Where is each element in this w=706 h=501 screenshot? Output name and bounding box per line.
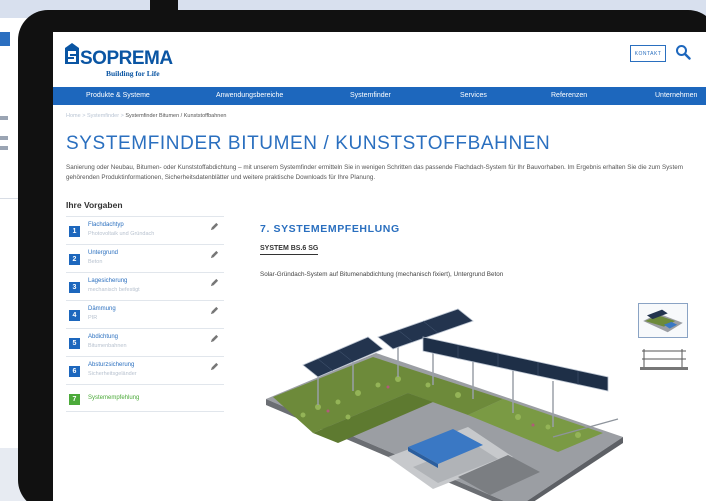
background-text-line bbox=[0, 146, 8, 150]
step-label: Systemempfehlung bbox=[88, 395, 140, 401]
pencil-icon[interactable] bbox=[210, 222, 219, 231]
step-value: Beton bbox=[88, 259, 103, 265]
step-value: mechanisch befestigt bbox=[88, 287, 140, 293]
breadcrumb: Home > Systemfinder > Systemfinder Bitum… bbox=[66, 113, 226, 119]
nav-item-produkte[interactable]: Produkte & Systeme bbox=[86, 92, 150, 99]
step-value: Sicherheitsgeländer bbox=[88, 371, 137, 377]
step-number: 7 bbox=[69, 394, 80, 405]
step-item-systemempfehlung[interactable]: 7 Systemempfehlung bbox=[66, 384, 224, 412]
pencil-icon[interactable] bbox=[210, 334, 219, 343]
nav-item-anwendungsbereiche[interactable]: Anwendungsbereiche bbox=[216, 92, 283, 99]
step-value: Photovoltaik und Gründach bbox=[88, 231, 155, 237]
step-item-lagesicherung[interactable]: 3 Lagesicherung mechanisch befestigt bbox=[66, 272, 224, 300]
nav-item-unternehmen[interactable]: Unternehmen bbox=[655, 92, 697, 99]
pencil-icon[interactable] bbox=[210, 250, 219, 259]
step-number: 6 bbox=[69, 366, 80, 377]
thumbnail-railing-detail[interactable] bbox=[638, 345, 690, 373]
breadcrumb-current: Systemfinder Bitumen / Kunststoffbahnen bbox=[125, 113, 227, 119]
logo-emblem-icon bbox=[65, 43, 79, 64]
step-label: Untergrund bbox=[88, 250, 119, 256]
breadcrumb-section[interactable]: Systemfinder bbox=[87, 113, 119, 119]
tablet-screen: SOPREMA Building for Life Kontakt Produk… bbox=[53, 32, 706, 501]
step-item-flachdachtyp[interactable]: 1 Flachdachtyp Photovoltaik und Gründach bbox=[66, 216, 224, 244]
step-label: Dämmung bbox=[88, 306, 116, 312]
step-number: 2 bbox=[69, 254, 80, 265]
main-navigation: Produkte & Systeme Anwendungsbereiche Sy… bbox=[53, 87, 706, 105]
step-item-absturzsicherung[interactable]: 6 Absturzsicherung Sicherheitsgeländer bbox=[66, 356, 224, 384]
search-icon[interactable] bbox=[675, 44, 691, 60]
breadcrumb-home[interactable]: Home bbox=[66, 113, 81, 119]
background-text-line bbox=[0, 136, 8, 140]
step-item-daemmung[interactable]: 4 Dämmung PIR bbox=[66, 300, 224, 328]
step-item-untergrund[interactable]: 2 Untergrund Beton bbox=[66, 244, 224, 272]
nav-item-referenzen[interactable]: Referenzen bbox=[551, 92, 587, 99]
step-number: 4 bbox=[69, 310, 80, 321]
intro-text: Sanierung oder Neubau, Bitumen- oder Kun… bbox=[66, 164, 683, 181]
background-tab-marker bbox=[0, 32, 10, 46]
step-value: PIR bbox=[88, 315, 98, 321]
nav-item-services[interactable]: Services bbox=[460, 92, 487, 99]
step-item-abdichtung[interactable]: 5 Abdichtung Bitumenbahnen bbox=[66, 328, 224, 356]
pencil-icon[interactable] bbox=[210, 278, 219, 287]
pencil-icon[interactable] bbox=[210, 362, 219, 371]
page-title: SYSTEMFINDER BITUMEN / KUNSTSTOFFBAHNEN bbox=[66, 133, 551, 154]
roof-system-illustration[interactable] bbox=[258, 307, 628, 501]
background-text-line bbox=[0, 116, 8, 120]
system-name: SYSTEM BS.6 SG bbox=[260, 245, 319, 255]
step-number: 3 bbox=[69, 282, 80, 293]
soprema-logo[interactable]: SOPREMA Building for Life bbox=[63, 40, 183, 82]
thumbnail-image bbox=[643, 309, 683, 333]
logo-wordmark: SOPREMA bbox=[80, 48, 173, 69]
nav-item-systemfinder[interactable]: Systemfinder bbox=[350, 92, 391, 99]
step-value: Bitumenbahnen bbox=[88, 343, 127, 349]
site-header: SOPREMA Building for Life Kontakt bbox=[53, 32, 706, 87]
step-number: 5 bbox=[69, 338, 80, 349]
tablet-frame: SOPREMA Building for Life Kontakt Produk… bbox=[18, 10, 706, 501]
step-label: Abdichtung bbox=[88, 334, 119, 340]
step-label: Lagesicherung bbox=[88, 278, 128, 284]
sidebar-title: Ihre Vorgaben bbox=[66, 200, 123, 210]
thumbnail-roof-overview[interactable] bbox=[638, 303, 688, 338]
result-heading: 7. SYSTEMEMPFEHLUNG bbox=[260, 223, 400, 235]
step-label: Absturzsicherung bbox=[88, 362, 135, 368]
logo-tagline: Building for Life bbox=[106, 69, 160, 78]
system-description: Solar-Gründach-System auf Bitumenabdicht… bbox=[260, 271, 504, 278]
contact-button[interactable]: Kontakt bbox=[630, 45, 666, 62]
pencil-icon[interactable] bbox=[210, 306, 219, 315]
step-number: 1 bbox=[69, 226, 80, 237]
step-label: Flachdachtyp bbox=[88, 222, 124, 228]
